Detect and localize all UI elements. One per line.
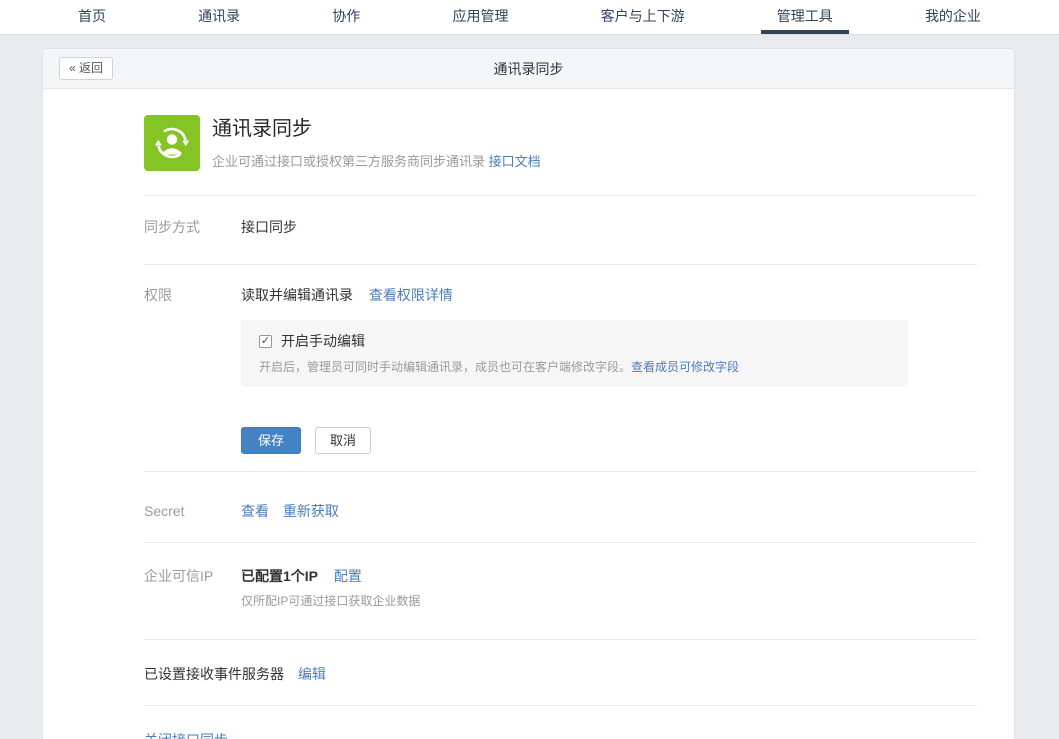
section-permission: 权限 读取并编辑通讯录 查看权限详情 ✓ 开启手动编辑 开启后，管理员可同时手动… <box>144 265 977 472</box>
sync-mode-label: 同步方式 <box>144 217 241 237</box>
event-server-edit-link[interactable]: 编辑 <box>298 666 326 682</box>
event-server-status: 已设置接收事件服务器 <box>144 666 284 682</box>
back-chevron-icon: « <box>69 61 76 75</box>
manual-edit-description: 开启后，管理员可同时手动编辑通讯录，成员也可在客户端修改字段。查看成员可修改字段 <box>259 359 890 375</box>
permission-buttons: 保存 取消 <box>241 427 908 454</box>
trusted-ip-value-line: 已配置1个IP 配置 <box>241 566 420 586</box>
section-trusted-ip: 企业可信IP 已配置1个IP 配置 仅所配IP可通过接口获取企业数据 <box>144 543 977 640</box>
nav-tab-collaboration[interactable]: 协作 <box>316 0 376 34</box>
section-event-server: 已设置接收事件服务器 编辑 <box>144 640 977 706</box>
top-navigation: 首页 通讯录 协作 应用管理 客户与上下游 管理工具 我的企业 <box>0 0 1059 35</box>
app-header: 通讯录同步 企业可通过接口或授权第三方服务商同步通讯录 接口文档 <box>144 115 977 196</box>
nav-tab-customers-upstream[interactable]: 客户与上下游 <box>585 0 701 34</box>
secret-label: Secret <box>144 501 241 521</box>
cancel-button[interactable]: 取消 <box>315 427 371 454</box>
manual-edit-checkbox[interactable]: ✓ <box>259 335 272 348</box>
content-card: « 返回 通讯录同步 通讯录同步 企业可 <box>42 48 1015 739</box>
contact-sync-icon <box>144 115 200 171</box>
save-button[interactable]: 保存 <box>241 427 301 454</box>
nav-tab-home[interactable]: 首页 <box>62 0 122 34</box>
nav-tab-contacts[interactable]: 通讯录 <box>182 0 256 34</box>
app-subtitle: 企业可通过接口或授权第三方服务商同步通讯录 接口文档 <box>212 151 541 170</box>
nav-tab-management-tools[interactable]: 管理工具 <box>761 0 849 34</box>
editable-fields-link[interactable]: 查看成员可修改字段 <box>631 360 739 374</box>
trusted-ip-value: 已配置1个IP <box>241 568 318 584</box>
card-body: 通讯录同步 企业可通过接口或授权第三方服务商同步通讯录 接口文档 同步方式 接口… <box>43 89 1014 739</box>
close-api-sync-link[interactable]: 关闭接口同步 <box>144 732 228 739</box>
page-subheader: « 返回 通讯录同步 <box>43 49 1014 89</box>
permission-detail-link[interactable]: 查看权限详情 <box>369 287 453 303</box>
api-doc-link[interactable]: 接口文档 <box>489 154 541 169</box>
nav-tab-my-enterprise[interactable]: 我的企业 <box>909 0 997 34</box>
app-title: 通讯录同步 <box>212 116 541 142</box>
page-title: 通讯录同步 <box>43 59 1014 79</box>
trusted-ip-config-link[interactable]: 配置 <box>334 568 362 584</box>
permission-value: 读取并编辑通讯录 <box>241 287 353 303</box>
trusted-ip-label: 企业可信IP <box>144 566 241 611</box>
secret-view-link[interactable]: 查看 <box>241 503 269 519</box>
section-close-sync: 关闭接口同步 <box>144 706 977 739</box>
trusted-ip-description: 仅所配IP可通过接口获取企业数据 <box>241 591 420 611</box>
nav-tab-app-management[interactable]: 应用管理 <box>436 0 524 34</box>
secret-refresh-link[interactable]: 重新获取 <box>283 503 339 519</box>
back-button[interactable]: « 返回 <box>59 57 113 80</box>
manual-edit-box: ✓ 开启手动编辑 开启后，管理员可同时手动编辑通讯录，成员也可在客户端修改字段。… <box>241 320 908 387</box>
manual-edit-checkbox-label[interactable]: 开启手动编辑 <box>281 331 365 351</box>
sync-mode-value: 接口同步 <box>241 217 297 237</box>
section-secret: Secret 查看 重新获取 <box>144 472 977 543</box>
permission-value-line: 读取并编辑通讯录 查看权限详情 <box>241 285 908 305</box>
permission-label: 权限 <box>144 285 241 454</box>
section-sync-mode: 同步方式 接口同步 <box>144 196 977 265</box>
